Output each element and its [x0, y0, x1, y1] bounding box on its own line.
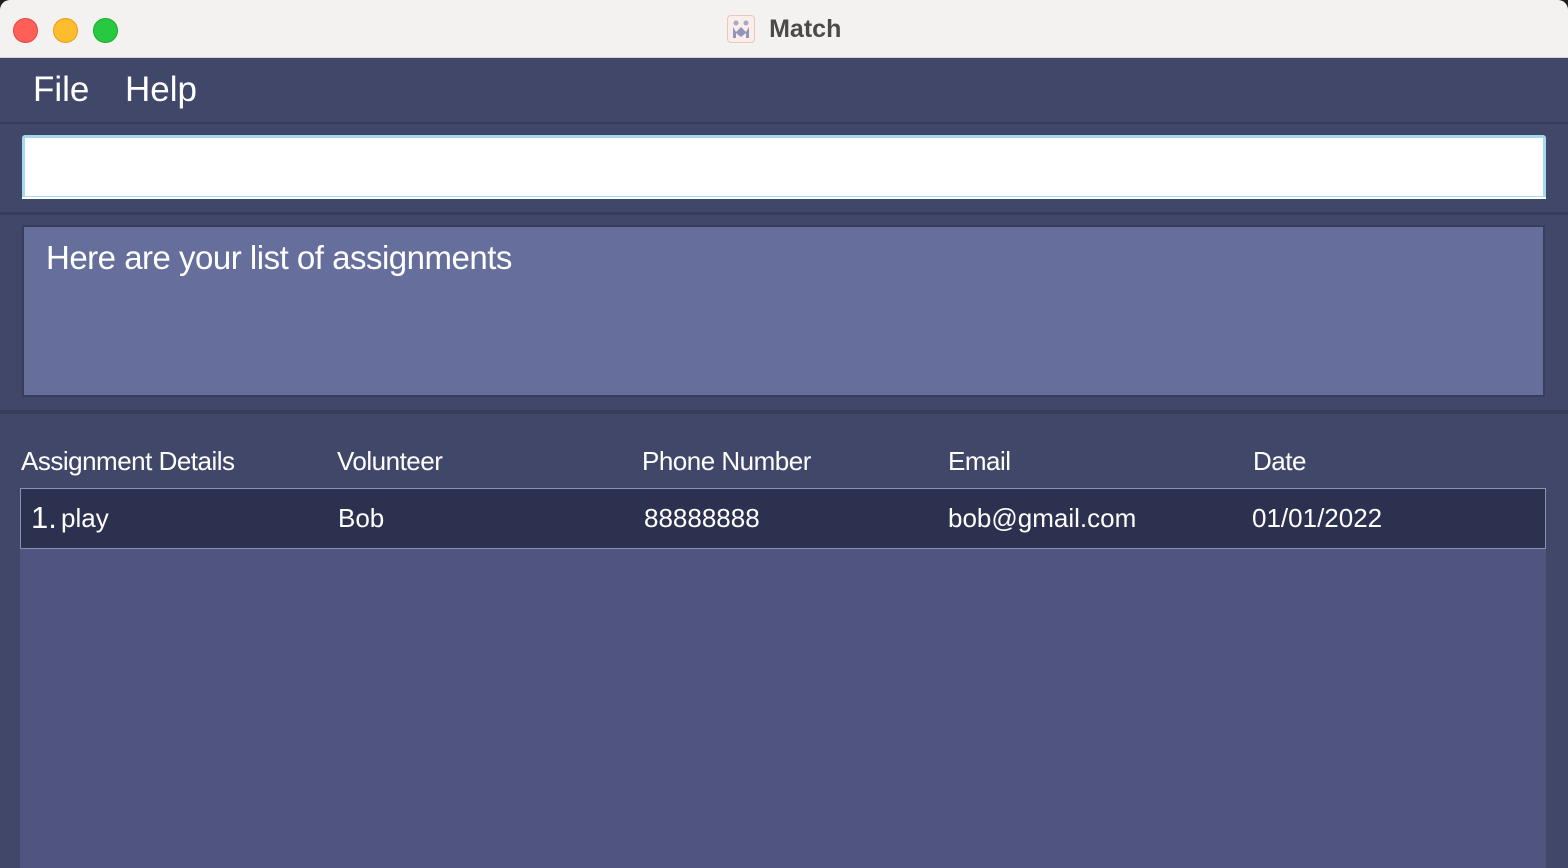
assignment-list[interactable]: 1. play Bob 88888888 bob@gmail.com 01/01… [20, 488, 1546, 868]
command-input[interactable] [22, 135, 1546, 199]
title-bar[interactable]: Match [0, 0, 1568, 58]
result-display[interactable]: Here are your list of assignments [22, 225, 1545, 397]
column-header-assignment-details: Assignment Details [21, 446, 235, 476]
column-header-date: Date [1253, 446, 1306, 476]
title-group: Match [0, 12, 1568, 46]
menu-help[interactable]: Help [125, 70, 197, 110]
row-assignment-details: play [61, 503, 109, 533]
column-header-volunteer: Volunteer [337, 446, 443, 476]
window-title: Match [769, 15, 842, 43]
menu-bar: File Help [0, 58, 1568, 124]
assignment-list-panel: Assignment Details Volunteer Phone Numbe… [0, 414, 1568, 868]
match-app-icon [726, 15, 755, 43]
row-date: 01/01/2022 [1252, 503, 1383, 533]
command-input-underline [22, 197, 1546, 199]
row-volunteer: Bob [338, 503, 385, 533]
row-phone-number: 88888888 [644, 503, 760, 533]
row-index: 1. [31, 500, 57, 535]
table-row[interactable]: 1. play Bob 88888888 bob@gmail.com 01/01… [20, 488, 1546, 549]
column-header-phone-number: Phone Number [642, 446, 811, 476]
command-box-panel [0, 124, 1568, 215]
app-window: Match File Help Here are your list of as… [0, 0, 1568, 868]
result-display-panel: Here are your list of assignments [0, 215, 1568, 414]
column-header-email: Email [948, 446, 1011, 476]
row-email: bob@gmail.com [948, 503, 1137, 533]
menu-file[interactable]: File [33, 70, 89, 110]
result-message: Here are your list of assignments [46, 239, 512, 276]
